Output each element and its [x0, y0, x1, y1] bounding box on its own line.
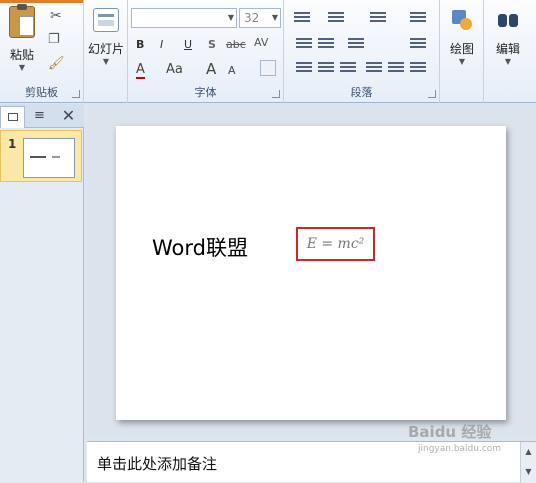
font-size-combo[interactable]: 32 ▼: [239, 8, 281, 28]
drawing-group: 绘图 ▼: [440, 0, 484, 103]
new-slide-label: 幻灯片: [87, 42, 124, 56]
slide[interactable]: Word联盟 E = mc²: [116, 126, 506, 420]
paragraph-group: 段落: [284, 0, 440, 103]
drawing-button[interactable]: 绘图 ▼: [440, 8, 484, 66]
drawing-label: 绘图: [449, 42, 474, 56]
editing-label: 编辑: [495, 42, 520, 56]
strikethrough-button[interactable]: abc: [226, 38, 246, 51]
line-spacing-icon[interactable]: [370, 12, 386, 26]
change-case-button[interactable]: Aa: [166, 62, 183, 77]
justify-icon[interactable]: [366, 62, 382, 76]
align-left-icon[interactable]: [296, 62, 312, 76]
cut-icon[interactable]: ✂: [50, 8, 62, 24]
distributed-icon[interactable]: [388, 62, 404, 76]
slide-tab-icon: [7, 113, 18, 121]
paragraph-launcher-icon[interactable]: [428, 90, 436, 98]
align-right-icon[interactable]: [340, 62, 356, 76]
chevron-down-icon: ▼: [227, 13, 234, 22]
chevron-down-icon: ▼: [102, 57, 110, 66]
bullets-icon[interactable]: [294, 12, 310, 26]
smartart-icon[interactable]: [410, 62, 426, 76]
font-group: ▼ 32 ▼ B I U S abc AV A Aa A A 字体: [128, 0, 284, 103]
clipboard-group: 粘贴 ▼ ✂ ❐ 🖌 剪贴板: [0, 0, 84, 103]
slide-thumbnail-row[interactable]: 1: [0, 130, 82, 182]
shadow-button[interactable]: S: [208, 38, 216, 51]
decrease-indent-icon[interactable]: [296, 38, 312, 52]
pane-tabs: ≡ ✕: [0, 104, 84, 128]
new-slide-icon: [93, 8, 119, 32]
outline-tab-icon: ≡: [34, 108, 45, 123]
increase-indent-icon[interactable]: [318, 38, 334, 52]
close-icon: ✕: [61, 106, 76, 125]
notes-scrollbar[interactable]: ▲ ▼: [520, 442, 536, 483]
chevron-down-icon: ▼: [504, 57, 512, 66]
font-size-value: 32: [244, 11, 260, 25]
scroll-down-icon[interactable]: ▼: [521, 462, 536, 482]
chevron-down-icon: ▼: [271, 13, 278, 22]
slides-group: 幻灯片 ▼: [84, 0, 128, 103]
chevron-down-icon: ▼: [458, 57, 466, 66]
slide-thumbnail[interactable]: [23, 138, 75, 178]
close-pane-button[interactable]: ✕: [56, 106, 81, 128]
scroll-up-icon[interactable]: ▲: [521, 442, 536, 462]
paste-icon: [9, 4, 35, 38]
grow-font-button[interactable]: A: [206, 60, 216, 78]
notes-placeholder[interactable]: 单击此处添加备注: [97, 453, 217, 474]
paste-label: 粘贴: [9, 48, 34, 62]
chevron-down-icon: ▼: [18, 63, 26, 72]
clipboard-launcher-icon[interactable]: [72, 90, 80, 98]
clipboard-group-label: 剪贴板: [25, 86, 58, 99]
slide-number: 1: [8, 137, 17, 151]
numbering-icon[interactable]: [328, 12, 344, 26]
slides-tab[interactable]: [0, 106, 25, 128]
shrink-font-button[interactable]: A: [228, 64, 236, 77]
font-launcher-icon[interactable]: [272, 90, 280, 98]
watermark-url: jingyan.baidu.com: [418, 444, 502, 454]
italic-button[interactable]: I: [160, 38, 163, 51]
font-name-combo[interactable]: ▼: [131, 8, 237, 28]
font-color-button[interactable]: A: [136, 62, 145, 79]
ribbon: 粘贴 ▼ ✂ ❐ 🖌 剪贴板 幻灯片 ▼ ▼ 32 ▼ B I U S abc …: [0, 0, 536, 103]
columns-icon[interactable]: [348, 38, 364, 52]
char-spacing-button[interactable]: AV: [254, 36, 268, 49]
find-binoculars-icon: [496, 8, 520, 30]
equation-box[interactable]: E = mc²: [296, 227, 375, 261]
shapes-icon: [450, 8, 474, 32]
bold-button[interactable]: B: [136, 38, 144, 51]
editing-group: 编辑 ▼: [484, 0, 536, 103]
format-painter-icon[interactable]: 🖌: [48, 56, 65, 71]
text-direction-icon[interactable]: [410, 12, 426, 26]
clear-format-icon[interactable]: [260, 60, 276, 76]
slides-pane: ≡ ✕ 1: [0, 104, 84, 482]
font-group-label: 字体: [194, 86, 217, 99]
underline-button[interactable]: U: [184, 38, 192, 51]
align-text-icon[interactable]: [410, 38, 426, 52]
new-slide-button[interactable]: 幻灯片 ▼: [84, 8, 128, 66]
slide-title[interactable]: Word联盟: [152, 232, 248, 262]
paragraph-group-label: 段落: [350, 86, 373, 99]
watermark-logo: Baidu 经验: [408, 423, 492, 441]
outline-tab[interactable]: ≡: [27, 106, 52, 128]
align-center-icon[interactable]: [318, 62, 334, 76]
copy-icon[interactable]: ❐: [48, 32, 60, 47]
editing-button[interactable]: 编辑 ▼: [486, 8, 530, 66]
paste-button[interactable]: 粘贴 ▼: [4, 4, 40, 72]
